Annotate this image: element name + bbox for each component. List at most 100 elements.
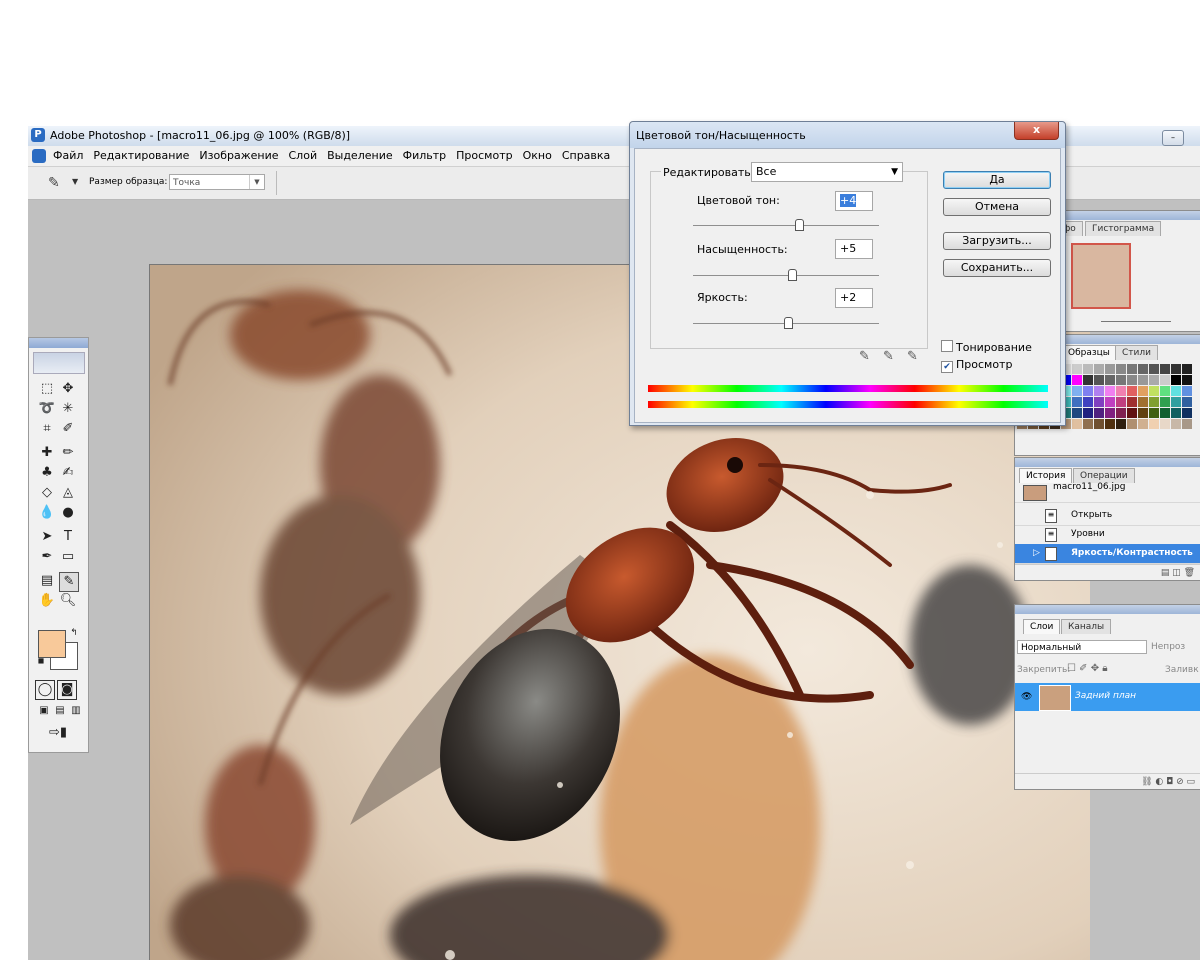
color-swatch[interactable] xyxy=(1171,408,1181,418)
dodge-tool-icon[interactable]: ● xyxy=(59,504,77,522)
color-swatch[interactable] xyxy=(1127,397,1137,407)
saturation-slider-track[interactable] xyxy=(693,275,879,276)
clone-stamp-tool-icon[interactable]: ♣ xyxy=(38,464,56,482)
color-swatch[interactable] xyxy=(1171,419,1181,429)
layer-row[interactable]: 👁︎ Задний план xyxy=(1015,683,1200,711)
color-swatch[interactable] xyxy=(1083,386,1093,396)
color-swatch[interactable] xyxy=(1116,408,1126,418)
color-swatch[interactable] xyxy=(1171,386,1181,396)
color-swatch[interactable] xyxy=(1072,364,1082,374)
preview-checkbox[interactable]: ✔ Просмотр xyxy=(941,358,1012,373)
color-swatch[interactable] xyxy=(1105,408,1115,418)
cancel-button[interactable]: Отмена xyxy=(943,198,1051,216)
layers-footer-icons[interactable]: ⛓ ◐ ◘ ⊘ ▭ xyxy=(1015,773,1200,789)
color-swatch[interactable] xyxy=(1149,386,1159,396)
color-swatch[interactable] xyxy=(1138,397,1148,407)
color-swatch[interactable] xyxy=(1149,419,1159,429)
tab-channels[interactable]: Каналы xyxy=(1061,619,1112,634)
menu-image[interactable]: Изображение xyxy=(194,146,283,166)
menu-view[interactable]: Просмотр xyxy=(451,146,517,166)
color-swatch[interactable] xyxy=(1149,364,1159,374)
lightness-slider-thumb[interactable] xyxy=(783,317,793,329)
save-button[interactable]: Сохранить... xyxy=(943,259,1051,277)
color-swatch[interactable] xyxy=(1072,375,1082,385)
color-swatch[interactable] xyxy=(1105,375,1115,385)
color-swatch[interactable] xyxy=(1127,375,1137,385)
eye-icon[interactable]: 👁︎ xyxy=(1021,692,1032,702)
jump-to-imageready-icon[interactable]: ⇨▮ xyxy=(38,724,78,742)
minimize-button[interactable]: – xyxy=(1162,130,1184,146)
color-swatch[interactable] xyxy=(1083,419,1093,429)
history-brush-tool-icon[interactable]: ✍ xyxy=(59,464,77,482)
color-swatch[interactable] xyxy=(1094,375,1104,385)
color-swatch[interactable] xyxy=(1171,397,1181,407)
paint-bucket-tool-icon[interactable]: ◬ xyxy=(59,484,77,502)
color-swatch[interactable] xyxy=(1138,386,1148,396)
colorize-checkbox[interactable]: Тонирование xyxy=(941,340,1032,354)
saturation-slider-thumb[interactable] xyxy=(787,269,797,281)
color-swatch[interactable] xyxy=(1072,408,1082,418)
menu-select[interactable]: Выделение xyxy=(322,146,398,166)
healing-brush-tool-icon[interactable]: ✚ xyxy=(38,444,56,462)
lock-icons[interactable]: ☐ ✐ ✥ 🔒︎ xyxy=(1067,663,1108,674)
quick-mask-icon[interactable]: ◙ xyxy=(57,680,77,700)
color-swatch[interactable] xyxy=(1182,397,1192,407)
eyedropper-plus-icon[interactable]: ✎ xyxy=(883,349,894,364)
color-swatch[interactable] xyxy=(1116,397,1126,407)
path-selection-tool-icon[interactable]: ➤ xyxy=(38,528,56,546)
color-swatch[interactable] xyxy=(1160,419,1170,429)
sample-size-select[interactable]: Точка ▼ xyxy=(169,174,265,190)
color-swatch[interactable] xyxy=(1116,386,1126,396)
color-swatch[interactable] xyxy=(1083,397,1093,407)
hue-slider-track[interactable] xyxy=(693,225,879,226)
menu-help[interactable]: Справка xyxy=(557,146,615,166)
panel-header[interactable] xyxy=(1015,458,1200,467)
color-swatch[interactable] xyxy=(1072,419,1082,429)
color-swatch[interactable] xyxy=(1094,419,1104,429)
color-swatch[interactable] xyxy=(1182,375,1192,385)
menu-layer[interactable]: Слой xyxy=(284,146,323,166)
color-swatch[interactable] xyxy=(1083,364,1093,374)
color-swatch[interactable] xyxy=(1138,375,1148,385)
lightness-input[interactable]: +2 xyxy=(835,288,873,308)
tab-histogram[interactable]: Гистограмма xyxy=(1085,221,1162,236)
color-swatch[interactable] xyxy=(1094,386,1104,396)
tab-swatches[interactable]: Образцы xyxy=(1061,345,1117,360)
color-swatch[interactable] xyxy=(1094,364,1104,374)
magic-wand-tool-icon[interactable]: ✳ xyxy=(59,400,77,418)
color-swatch[interactable] xyxy=(1116,364,1126,374)
color-swatch[interactable] xyxy=(1138,419,1148,429)
eyedropper-tool-icon[interactable]: ✎ xyxy=(59,572,79,592)
blur-tool-icon[interactable]: 💧 xyxy=(38,504,56,522)
eyedropper-tool-icon[interactable]: ✎ xyxy=(48,175,60,191)
color-swatch[interactable] xyxy=(1149,408,1159,418)
color-swatch[interactable] xyxy=(1149,375,1159,385)
history-item-selected[interactable]: ▷ ≡ Яркость/Контрастность xyxy=(1015,544,1200,564)
color-swatch[interactable] xyxy=(1160,364,1170,374)
color-swatch[interactable] xyxy=(1083,375,1093,385)
color-swatch[interactable] xyxy=(1160,397,1170,407)
zoom-tool-icon[interactable]: 🔍︎ xyxy=(59,592,77,610)
pen-tool-icon[interactable]: ✒ xyxy=(38,548,56,566)
color-swatch[interactable] xyxy=(1105,386,1115,396)
tab-styles[interactable]: Стили xyxy=(1115,345,1158,360)
color-swatch[interactable] xyxy=(1105,397,1115,407)
color-swatch[interactable] xyxy=(1072,386,1082,396)
color-swatch[interactable] xyxy=(1182,364,1192,374)
menu-edit[interactable]: Редактирование xyxy=(88,146,194,166)
screen-mode-full-icon[interactable]: ▥ xyxy=(67,702,85,720)
color-swatch[interactable] xyxy=(1149,397,1159,407)
color-swatch[interactable] xyxy=(1138,364,1148,374)
color-swatch[interactable] xyxy=(1127,386,1137,396)
color-swatch[interactable] xyxy=(1127,419,1137,429)
dialog-title-bar[interactable]: Цветовой тон/Насыщенность x xyxy=(630,122,1065,148)
hue-input[interactable]: +4 xyxy=(835,191,873,211)
shape-tool-icon[interactable]: ▭ xyxy=(59,548,77,566)
slice-tool-icon[interactable]: ✐ xyxy=(59,420,77,438)
color-swatch[interactable] xyxy=(1182,419,1192,429)
tool-preset-chevron-icon[interactable]: ▼ xyxy=(72,177,78,186)
blend-mode-select[interactable]: Нормальный xyxy=(1017,640,1147,654)
lasso-tool-icon[interactable]: ➰ xyxy=(38,400,56,418)
color-swatch[interactable] xyxy=(1127,364,1137,374)
photoshop-feather-logo[interactable] xyxy=(33,352,85,374)
